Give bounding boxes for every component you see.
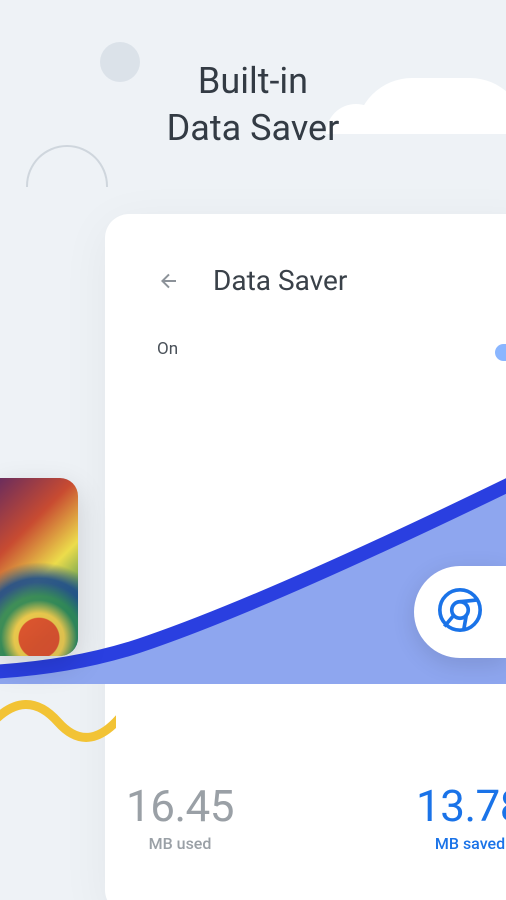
data-saver-toggle[interactable] xyxy=(495,339,506,359)
stat-used-value: 16.45 xyxy=(105,780,255,832)
toggle-row: On xyxy=(105,317,506,359)
stat-used-label: MB used xyxy=(105,834,255,853)
back-arrow-icon[interactable] xyxy=(157,269,181,293)
toggle-label: On xyxy=(157,339,178,359)
stat-used: 16.45 MB used xyxy=(105,780,255,853)
chrome-icon xyxy=(438,588,482,636)
chrome-button[interactable] xyxy=(414,566,506,658)
stat-saved-label: MB saved xyxy=(395,834,506,853)
stats-row: 16.45 MB used 13.78 MB saved xyxy=(105,780,506,853)
stat-saved: 13.78 MB saved xyxy=(395,780,506,853)
card-title: Data Saver xyxy=(213,264,347,297)
background-image-tile xyxy=(0,478,78,656)
card-header: Data Saver xyxy=(105,214,506,317)
stat-saved-value: 13.78 xyxy=(395,780,506,832)
headline-line1: Built-in xyxy=(0,58,506,105)
headline-line2: Data Saver xyxy=(0,105,506,152)
page-headline: Built-in Data Saver xyxy=(0,58,506,152)
yellow-curve-decoration xyxy=(0,694,116,754)
